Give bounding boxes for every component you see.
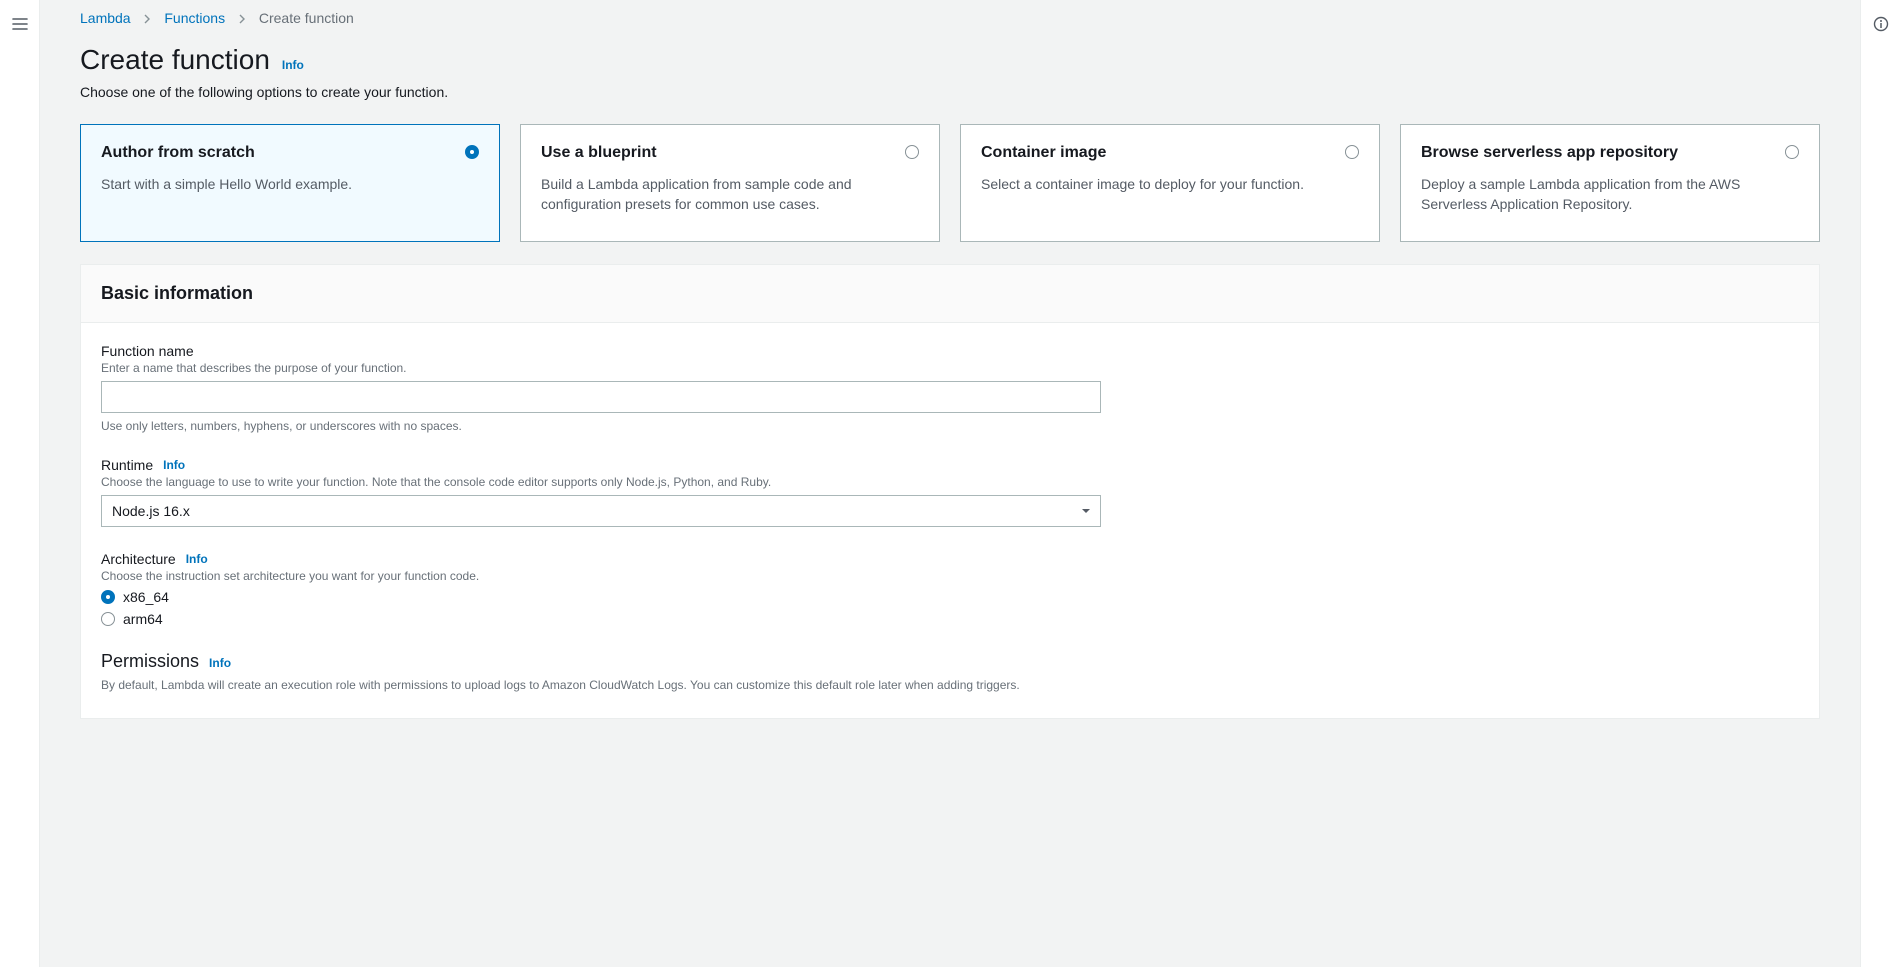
permissions-desc: By default, Lambda will create an execut… (101, 678, 1799, 692)
architecture-desc: Choose the instruction set architecture … (101, 569, 1799, 583)
runtime-section: Runtime Info Choose the language to use … (101, 457, 1799, 527)
page-title: Create function (80, 44, 270, 76)
architecture-radio-x86[interactable]: x86_64 (101, 589, 1799, 605)
architecture-label: Architecture (101, 551, 176, 567)
option-title: Author from scratch (101, 143, 453, 164)
breadcrumb-current: Create function (259, 10, 354, 26)
creation-option-tiles: Author from scratch Start with a simple … (80, 124, 1820, 242)
option-desc: Start with a simple Hello World example. (101, 174, 453, 194)
option-desc: Deploy a sample Lambda application from … (1421, 174, 1773, 215)
panel-heading: Basic information (101, 283, 1799, 304)
permissions-label: Permissions (101, 651, 199, 672)
right-rail (1860, 0, 1900, 967)
radio-label: arm64 (123, 611, 163, 627)
radio-icon (101, 590, 115, 604)
option-author-from-scratch[interactable]: Author from scratch Start with a simple … (80, 124, 500, 242)
breadcrumb-functions[interactable]: Functions (164, 10, 225, 26)
architecture-radio-arm64[interactable]: arm64 (101, 611, 1799, 627)
architecture-info-link[interactable]: Info (186, 552, 208, 566)
option-serverless-repo[interactable]: Browse serverless app repository Deploy … (1400, 124, 1820, 242)
breadcrumb-lambda[interactable]: Lambda (80, 10, 131, 26)
option-desc: Build a Lambda application from sample c… (541, 174, 893, 215)
function-name-desc: Enter a name that describes the purpose … (101, 361, 1799, 375)
radio-label: x86_64 (123, 589, 169, 605)
info-panel-icon[interactable] (1867, 10, 1895, 38)
radio-icon (101, 612, 115, 626)
radio-icon (905, 145, 919, 159)
option-title: Use a blueprint (541, 143, 893, 164)
permissions-section: Permissions Info By default, Lambda will… (101, 651, 1799, 692)
option-use-blueprint[interactable]: Use a blueprint Build a Lambda applicati… (520, 124, 940, 242)
main-content: Lambda Functions Create function Create … (40, 0, 1860, 967)
panel-header: Basic information (81, 265, 1819, 323)
permissions-info-link[interactable]: Info (209, 656, 231, 670)
left-rail (0, 0, 40, 967)
option-container-image[interactable]: Container image Select a container image… (960, 124, 1380, 242)
radio-icon (1785, 145, 1799, 159)
menu-toggle-icon[interactable] (6, 10, 34, 38)
architecture-section: Architecture Info Choose the instruction… (101, 551, 1799, 627)
option-title: Container image (981, 143, 1333, 164)
option-desc: Select a container image to deploy for y… (981, 174, 1333, 194)
breadcrumb: Lambda Functions Create function (80, 4, 1820, 44)
page-info-link[interactable]: Info (282, 58, 304, 72)
function-name-input[interactable] (101, 381, 1101, 413)
runtime-select[interactable]: Node.js 16.x (101, 495, 1101, 527)
radio-icon (1345, 145, 1359, 159)
function-name-hint: Use only letters, numbers, hyphens, or u… (101, 419, 1799, 433)
option-title: Browse serverless app repository (1421, 143, 1773, 164)
runtime-label: Runtime (101, 457, 153, 473)
chevron-right-icon (142, 14, 152, 24)
radio-icon (465, 145, 479, 159)
page-subtitle: Choose one of the following options to c… (80, 84, 1820, 100)
chevron-right-icon (237, 14, 247, 24)
basic-information-panel: Basic information Function name Enter a … (80, 264, 1820, 719)
runtime-selected-value: Node.js 16.x (112, 503, 190, 519)
panel-body: Function name Enter a name that describe… (81, 323, 1819, 718)
runtime-desc: Choose the language to use to write your… (101, 475, 1799, 489)
function-name-section: Function name Enter a name that describe… (101, 343, 1799, 433)
function-name-label: Function name (101, 343, 194, 359)
runtime-info-link[interactable]: Info (163, 458, 185, 472)
